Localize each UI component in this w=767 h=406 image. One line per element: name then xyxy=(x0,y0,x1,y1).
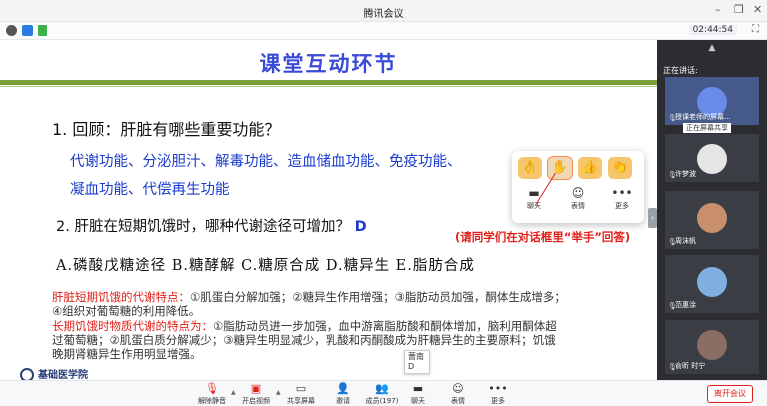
invite-icon: 👤 xyxy=(336,382,350,395)
ok-hand-icon[interactable]: 👌 xyxy=(518,157,542,179)
title-bar: 腾讯会议 – ❐ ✕ xyxy=(0,0,767,22)
slide-title: 课堂互动环节 xyxy=(259,52,398,76)
popup-emoji-label: 表情 xyxy=(571,202,585,210)
avatar xyxy=(697,144,727,174)
thumbs-up-icon[interactable]: 👍 xyxy=(578,157,602,179)
chat-bubble: 蔷南 D xyxy=(404,350,430,374)
share-screen-icon: ▭ xyxy=(295,382,307,395)
more-button[interactable]: ••• 更多 xyxy=(476,381,520,406)
share-screen-button[interactable]: ▭ 共享屏幕 xyxy=(279,381,323,406)
long-fast-heading: 长期饥饿时物质代谢的特点为： xyxy=(52,319,213,333)
participant-name: 周沫帆 xyxy=(675,237,696,245)
participant-name: 俞昕 时宁 xyxy=(675,362,706,370)
participant-name: 许梦波 xyxy=(675,170,696,178)
reactions-label: 表情 xyxy=(451,397,465,405)
leave-meeting-button[interactable]: 离开会议 xyxy=(707,385,753,403)
speaking-label: 正在讲话: xyxy=(663,66,698,75)
more-icon: ••• xyxy=(488,382,508,395)
popup-emoji-button[interactable]: ☺ 表情 xyxy=(560,185,596,211)
smile-icon: ☺ xyxy=(571,186,585,200)
popup-actions: ▬ 聊天 ☺ 表情 ••• 更多 xyxy=(516,185,640,211)
school-name: 基础医学院 xyxy=(38,370,88,380)
invite-button[interactable]: 👤 邀请 xyxy=(321,381,365,406)
camera-off-icon: ▣ xyxy=(250,382,262,395)
popup-more-button[interactable]: ••• 更多 xyxy=(604,185,640,211)
unmute-label: 解除静音 xyxy=(198,397,226,405)
participant-name: 范惠涂 xyxy=(675,301,696,309)
share-label: 共享屏幕 xyxy=(287,397,315,405)
short-fast-note-line-1: 肝脏短期饥饿的代谢特点：①肌蛋白分解加强；②糖异生作用增强；③脂肪动员加强，酮体… xyxy=(52,290,566,305)
meeting-timer: 02:44:54 xyxy=(688,25,737,35)
popup-more-label: 更多 xyxy=(615,202,629,210)
short-fast-heading: 肝脏短期饥饿的代谢特点： xyxy=(52,290,190,304)
long-fast-note-line-1: 长期饥饿时物质代谢的特点为：①脂肪动员进一步加强，血中游离脂肪酸和酮体增加，脑利… xyxy=(52,319,557,334)
chat-button[interactable]: ▬ 聊天 xyxy=(396,381,440,406)
more-label: 更多 xyxy=(491,397,505,405)
info-icon[interactable] xyxy=(6,25,17,36)
question-2-text: 2. 肝脏在短期饥饿时，哪种代谢途径可增加？ xyxy=(56,219,350,235)
members-label: 成员(197) xyxy=(365,397,399,405)
chat-label: 聊天 xyxy=(411,397,425,405)
smile-icon: ☺ xyxy=(452,382,464,395)
collapse-sidebar-button[interactable]: › xyxy=(648,208,657,228)
sharing-badge: 正在屏幕共享 xyxy=(683,123,731,133)
shield-icon[interactable] xyxy=(22,25,33,36)
close-icon[interactable]: ✕ xyxy=(753,3,762,16)
question-1: 1. 回顾：肝脏有哪些重要功能？ xyxy=(52,120,281,139)
avatar xyxy=(697,267,727,297)
title-divider xyxy=(0,80,657,85)
video-button[interactable]: ▣ 开启视频 xyxy=(234,381,278,406)
long-fast-note-line-2: 过葡萄糖；②肌蛋白质分解减少；③糖异生明显减少，乳酸和丙酮酸成为肝糖异生的主要原… xyxy=(52,333,556,347)
raise-hand-icon[interactable]: ✋ xyxy=(547,156,573,180)
answer-options: A.磷酸戊糖途径 B.糖酵解 C.糖原合成 D.糖异生 E.脂肪合成 xyxy=(56,258,475,274)
answer-1-line-1: 代谢功能、分泌胆汁、解毒功能、造血储血功能、免疫功能、 xyxy=(70,154,462,170)
school-logo: 基础医学院 xyxy=(20,366,88,380)
fullscreen-icon[interactable]: ⛶ xyxy=(752,24,759,35)
question-2-answer: D xyxy=(354,219,367,235)
maximize-icon[interactable]: ❐ xyxy=(734,3,744,16)
participant-tile[interactable]: 🎙 俞昕 时宁 xyxy=(665,320,759,374)
participant-sidebar: ▲ 正在讲话: 🎙 授课老师的屏幕... 正在屏幕共享 🎙 许梦波 🎙 周沫帆 … xyxy=(657,40,767,380)
short-fast-text: ①肌蛋白分解加强；②糖异生作用增强；③脂肪动员加强，酮体生成增多； xyxy=(190,290,566,304)
invite-label: 邀请 xyxy=(336,397,350,405)
scroll-up-icon[interactable]: ▲ xyxy=(657,43,767,53)
raise-hand-hint: (请同学们在对话框里“举手”回答) xyxy=(455,230,631,244)
question-2: 2. 肝脏在短期饥饿时，哪种代谢途径可增加？ D xyxy=(56,215,367,236)
participant-tile[interactable]: 🎙 周沫帆 xyxy=(665,191,759,249)
minimize-icon[interactable]: – xyxy=(715,3,721,16)
clap-icon[interactable]: 👏 xyxy=(608,157,632,179)
chat-icon: ▬ xyxy=(412,382,424,395)
short-fast-note-line-2: ④组织对葡萄糖的利用降低。 xyxy=(52,304,201,318)
title-divider-thin xyxy=(0,86,657,87)
chat-bubble-text: D xyxy=(408,362,415,371)
meeting-toolbar: 🎙 解除静音 ▲ ▣ 开启视频 ▲ ▭ 共享屏幕 👤 邀请 👥 成员(197) ▬ 聊天 ☺… xyxy=(0,380,767,406)
mic-muted-icon: 🎙 xyxy=(205,382,219,395)
reactions-button[interactable]: ☺ 表情 xyxy=(436,381,480,406)
participant-name: 授课老师的屏幕... xyxy=(675,113,731,121)
participant-tile[interactable]: 🎙 许梦波 xyxy=(665,134,759,182)
avatar xyxy=(697,203,727,233)
popup-chat-button[interactable]: ▬ 聊天 xyxy=(516,185,552,211)
answer-1-line-2: 凝血功能、代偿再生功能 xyxy=(70,182,230,198)
window-title: 腾讯会议 xyxy=(363,9,404,20)
participant-tile[interactable]: 🎙 授课老师的屏幕... xyxy=(665,77,759,125)
chat-bubble-name: 蔷南 xyxy=(408,352,424,361)
unmute-button[interactable]: 🎙 解除静音 xyxy=(190,381,234,406)
signal-icon[interactable] xyxy=(38,25,47,36)
emoji-row: 👌 ✋ 👍 👏 xyxy=(518,156,638,181)
more-icon: ••• xyxy=(611,186,633,200)
long-fast-text: ①脂肪动员进一步加强，血中游离脂肪酸和酮体增加，脑利用酮体超 xyxy=(213,319,557,333)
long-fast-note-line-3: 晚期肾糖异生作用明显增强。 xyxy=(52,347,202,361)
avatar xyxy=(697,330,727,360)
school-seal-icon xyxy=(20,368,34,380)
popup-chat-label: 聊天 xyxy=(527,202,541,210)
video-label: 开启视频 xyxy=(242,397,270,405)
participant-tile[interactable]: 🎙 范惠涂 xyxy=(665,255,759,313)
status-bar: 02:44:54 ⛶ xyxy=(0,22,767,40)
reaction-popup: 👌 ✋ 👍 👏 ▬ 聊天 ☺ 表情 ••• 更多 xyxy=(512,151,644,223)
